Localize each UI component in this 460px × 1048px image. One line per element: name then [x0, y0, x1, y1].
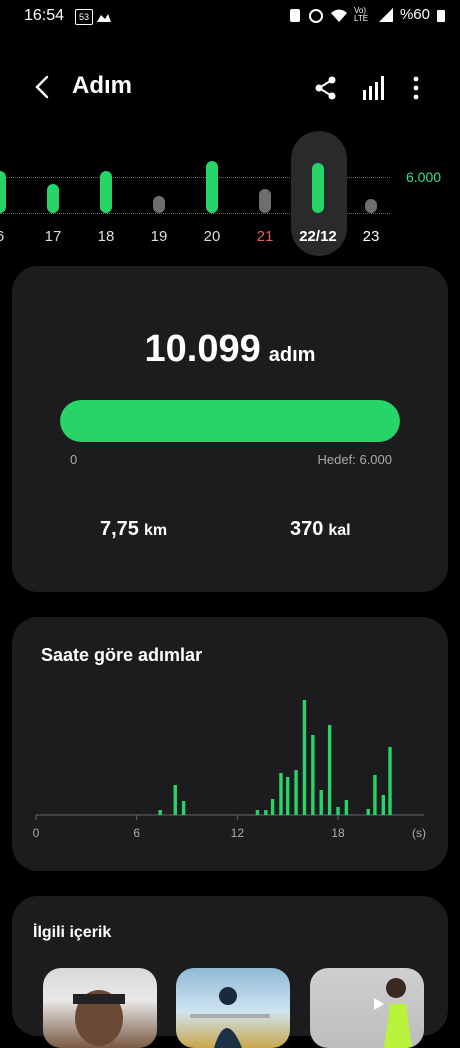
calories-unit: kal — [328, 522, 351, 539]
bar-chart-icon[interactable] — [360, 74, 388, 102]
day-bar-21[interactable] — [259, 188, 271, 213]
hourly-bar — [294, 770, 298, 815]
related-thumbnail-video[interactable] — [310, 968, 424, 1048]
day-bar-20[interactable] — [206, 160, 218, 213]
step-unit: adım — [268, 344, 316, 366]
x-tick-label: 18 — [331, 826, 345, 840]
step-count: 10.099 — [144, 328, 261, 370]
battery-percent: %60 — [399, 6, 430, 23]
weekly-steps-strip: 6.000 6 17 18 19 20 21 22/12 23 — [0, 125, 460, 265]
signal-icon — [378, 7, 393, 22]
related-content-title: İlgili içerik — [33, 924, 112, 941]
video-photo-icon — [374, 978, 412, 1048]
x-tick-label: (s) — [412, 826, 426, 840]
navigation-handle[interactable] — [190, 1014, 270, 1018]
hourly-bar — [336, 807, 340, 815]
hourly-bar — [311, 735, 315, 815]
x-tick-label: 12 — [231, 826, 245, 840]
lock-icon — [289, 8, 300, 22]
day-bar-22-12[interactable] — [312, 162, 324, 213]
hourly-bar — [373, 775, 377, 815]
hourly-bar — [255, 810, 260, 815]
progress-min-label: 0 — [70, 452, 78, 467]
hourly-bar — [381, 795, 385, 815]
hourly-bar — [302, 700, 307, 815]
status-time: 16:54 — [24, 7, 65, 24]
hourly-bar — [270, 799, 275, 815]
status-bar: 16:54 53 Vo) LTE %60 — [0, 0, 460, 32]
hourly-steps-card[interactable]: Saate göre adımlar 0 6 12 18 (s) — [12, 617, 448, 871]
page-title: Adım — [72, 72, 132, 99]
walker-photo-icon — [214, 987, 242, 1048]
hourly-bar — [173, 785, 177, 815]
day-bar-17[interactable] — [47, 183, 59, 213]
day-label-21[interactable]: 21 — [245, 228, 285, 245]
hourly-bar — [264, 810, 268, 815]
back-arrow-icon[interactable] — [30, 74, 56, 100]
day-label-20[interactable]: 20 — [192, 228, 232, 245]
x-tick-label: 6 — [133, 826, 140, 840]
day-label-22-12[interactable]: 22/12 — [298, 228, 338, 245]
day-bar-18[interactable] — [100, 171, 112, 213]
day-label-17[interactable]: 17 — [33, 228, 73, 245]
day-label-18[interactable]: 18 — [86, 228, 126, 245]
hourly-bar — [285, 777, 290, 815]
related-thumbnail-runner[interactable] — [43, 968, 157, 1048]
notification-badge-icon: 53 — [75, 9, 93, 25]
distance-stat: 7,75 km — [100, 518, 167, 541]
related-thumbnail-walker[interactable] — [176, 968, 290, 1048]
wifi-icon — [330, 9, 347, 22]
image-icon — [97, 14, 111, 22]
calories-value: 370 — [290, 518, 324, 540]
hourly-steps-chart: 0 6 12 18 (s) — [33, 700, 426, 840]
day-bar-23[interactable] — [365, 199, 377, 213]
share-icon[interactable] — [312, 74, 340, 102]
hourly-bar — [279, 773, 283, 815]
battery-icon — [437, 9, 445, 22]
goal-progress-fill — [60, 400, 400, 442]
day-label-19[interactable]: 19 — [139, 228, 179, 245]
day-label-23[interactable]: 23 — [351, 228, 391, 245]
volte-icon: Vo) LTE — [353, 5, 369, 23]
x-tick-label: 0 — [33, 826, 40, 840]
hourly-bar — [319, 790, 323, 815]
alarm-icon — [308, 8, 323, 23]
daily-summary-card: 10.099 adım 0 Hedef: 6.000 7,75 km 370 kal — [12, 266, 448, 592]
progress-goal-label: Hedef: 6.000 — [317, 452, 392, 467]
goal-progress-bar — [60, 400, 400, 442]
hourly-bar — [327, 725, 332, 815]
hourly-bar — [344, 800, 349, 815]
hourly-bar — [388, 747, 392, 815]
calories-stat: 370 kal — [290, 518, 351, 541]
day-label-6[interactable]: 6 — [0, 228, 20, 245]
day-bar-19[interactable] — [153, 195, 165, 213]
goal-line-label: 6.000 — [406, 169, 442, 185]
distance-value: 7,75 — [100, 518, 139, 540]
hourly-bar — [181, 801, 186, 815]
day-bar-6[interactable] — [0, 171, 6, 213]
hourly-bar — [366, 809, 370, 815]
more-options-icon[interactable] — [402, 74, 430, 102]
runner-photo-icon — [73, 990, 125, 1046]
distance-unit: km — [143, 522, 168, 539]
hourly-bar — [158, 810, 162, 815]
